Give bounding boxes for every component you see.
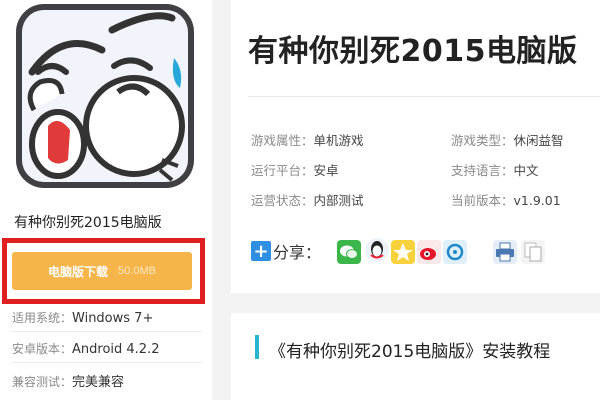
attr-status: 运营状态：内部测试 [251,190,364,209]
qzone-icon[interactable] [391,240,415,264]
tencent-weibo-icon[interactable] [443,240,467,264]
spec-label: 安卓版本： [12,342,73,356]
spec-label: 适用系统： [12,311,73,325]
section-title: 《有种你别死2015电脑版》安装教程 [269,342,551,362]
attr-label: 支持语言： [451,163,514,178]
spec-compat: 兼容测试：完美兼容 [12,371,124,390]
attr-type: 游戏类型：休闲益智 [451,130,564,149]
pc-download-button[interactable]: 电脑版下载 50.0MB [12,252,192,290]
attr-value: v1.9.01 [513,193,561,208]
attr-value: 安卓 [313,163,339,178]
spec-system: 适用系统：Windows 7+ [12,309,153,326]
attr-version: 当前版本：v1.9.01 [451,190,561,209]
attr-language: 支持语言：中文 [451,160,539,179]
attr-value: 单机游戏 [313,133,364,148]
game-icon-face [22,10,188,182]
left-panel: 有种你别死2015电脑版 电脑版下载 50.0MB 适用系统：Windows 7… [0,0,212,400]
attr-value: 中文 [513,163,539,178]
attr-label: 运行平台： [251,163,314,178]
attr-label: 当前版本： [451,193,514,208]
spec-label: 兼容测试： [12,375,73,389]
share-plus-icon[interactable]: + [251,241,271,262]
qq-icon[interactable] [365,238,389,262]
copy-icon[interactable] [521,240,545,264]
divider [248,96,600,97]
share-bar: + 分享： [251,236,321,266]
download-size: 50.0MB [118,265,156,277]
spec-value: 完美兼容 [72,375,125,390]
game-icon[interactable] [16,4,194,188]
attr-value: 休闲益智 [513,133,564,148]
download-label: 电脑版下载 [48,264,109,279]
share-label: 分享： [273,243,322,262]
divider [12,331,202,332]
game-info-panel: 有种你别死2015电脑版 游戏属性：单机游戏 游戏类型：休闲益智 运行平台：安卓… [231,0,600,293]
attr-property: 游戏属性：单机游戏 [251,130,364,149]
attr-value: 内部测试 [313,193,364,208]
cartoon-face-icon [27,12,185,182]
attr-platform: 运行平台：安卓 [251,160,339,179]
wechat-icon[interactable] [337,240,361,264]
spec-value: Windows 7+ [72,311,154,326]
attr-label: 游戏属性： [251,133,314,148]
divider [12,362,202,363]
weibo-icon[interactable] [417,240,441,264]
game-name: 有种你别死2015电脑版 [14,215,162,231]
attr-label: 游戏类型： [451,133,514,148]
page-title: 有种你别死2015电脑版 [248,34,578,69]
print-icon[interactable] [493,240,517,264]
spec-value: Android 4.2.2 [72,342,160,357]
section-accent-bar [255,335,259,359]
install-guide-panel: 《有种你别死2015电脑版》安装教程 [231,313,600,400]
attr-label: 运营状态： [251,193,314,208]
spec-android: 安卓版本：Android 4.2.2 [12,340,160,357]
